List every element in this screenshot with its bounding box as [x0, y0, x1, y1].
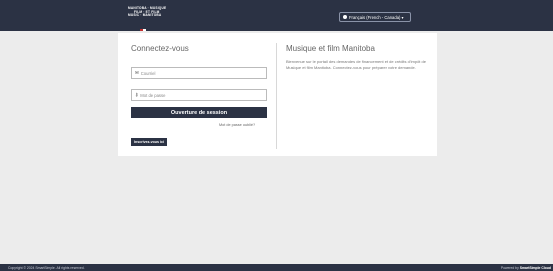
chevron-down-icon: ▾ [401, 14, 404, 20]
login-button[interactable]: Ouverture de session [131, 107, 267, 118]
password-input[interactable] [140, 90, 251, 100]
language-label: Français (French - Canada) [349, 14, 401, 20]
info-title: Musique et film Manitoba [286, 44, 375, 53]
envelope-icon: ✉ [135, 70, 139, 75]
info-body-text: Bienvenue sur le portail des demandes de… [286, 59, 426, 71]
login-title: Connectez-vous [131, 44, 189, 53]
email-field[interactable]: ✉ [131, 67, 267, 79]
globe-icon [343, 15, 347, 19]
powered-by-prefix: Powered by [500, 265, 520, 270]
register-button[interactable]: Inscrivez-vous ici [131, 138, 167, 146]
powered-by-brand-link[interactable]: SmartSimple Cloud [520, 266, 551, 270]
manitoba-music-film-logo[interactable]: MANITOBA · MUSIQUE FILM · ET FILM MUSIC … [128, 6, 174, 31]
powered-by-text: Powered by SmartSimple Cloud [501, 266, 551, 270]
forgot-password-link[interactable]: Mot de passe oublié? [219, 123, 255, 127]
footer-bar: Copyright © 2024 SmartSimple. All rights… [0, 264, 553, 271]
copyright-text: Copyright © 2024 SmartSimple. All rights… [8, 265, 85, 270]
language-selector[interactable]: Français (French - Canada) ▾ [339, 12, 411, 22]
logo-flag-mark [140, 28, 146, 31]
email-input[interactable] [140, 68, 251, 78]
top-header-bar: MANITOBA · MUSIQUE FILM · ET FILM MUSIC … [0, 0, 553, 31]
password-field[interactable]: ⚷ [131, 89, 267, 101]
key-icon: ⚷ [135, 92, 139, 97]
vertical-divider [276, 43, 277, 149]
logo-text-line-3: MUSIC · MANITOBA [128, 13, 162, 18]
